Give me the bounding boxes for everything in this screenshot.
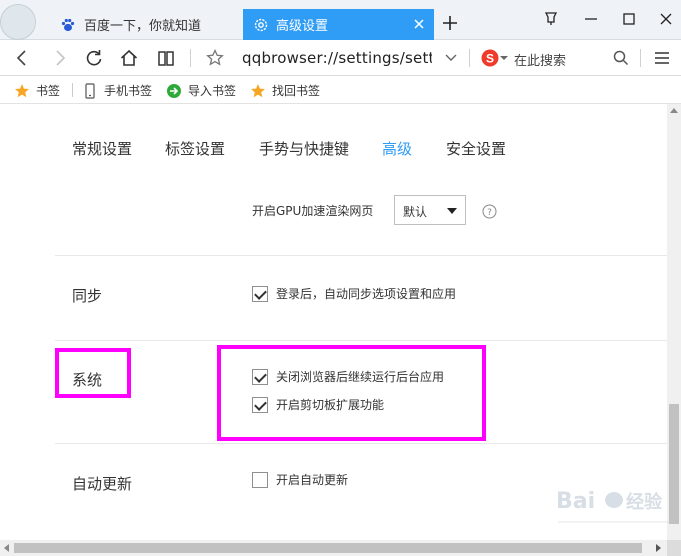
section-divider bbox=[55, 340, 667, 341]
bookmark-item[interactable]: 书签 bbox=[14, 82, 60, 99]
bookmark-item[interactable]: 手机书签 bbox=[82, 82, 152, 99]
scroll-right-icon[interactable] bbox=[656, 544, 661, 552]
baidu-jingyan-watermark: Bai 经验 bbox=[556, 489, 670, 523]
svg-text:?: ? bbox=[487, 208, 492, 218]
settings-tabs: 常规设置 标签设置 手势与快捷键 高级 安全设置 bbox=[0, 104, 667, 172]
checkbox[interactable] bbox=[252, 285, 268, 302]
url-input[interactable]: qqbrowser://settings/setting bbox=[242, 49, 432, 67]
pin-window-icon[interactable] bbox=[542, 10, 560, 28]
toolbar-divider bbox=[469, 49, 470, 67]
scrollbar-corner bbox=[667, 540, 681, 556]
chevron-down-icon[interactable] bbox=[443, 49, 459, 65]
bookmark-item[interactable]: 导入书签 bbox=[166, 82, 236, 99]
section-divider bbox=[55, 443, 667, 444]
new-tab-icon[interactable] bbox=[441, 14, 459, 32]
svg-text:经验: 经验 bbox=[626, 491, 663, 513]
import-arrow-icon bbox=[167, 83, 181, 98]
tab-general[interactable]: 常规设置 bbox=[72, 138, 132, 159]
back-icon[interactable] bbox=[12, 48, 32, 68]
option-label: 登录后，自动同步选项设置和应用 bbox=[276, 287, 457, 301]
scroll-left-icon[interactable] bbox=[4, 544, 9, 552]
chevron-down-icon bbox=[447, 208, 457, 214]
toolbar-divider bbox=[190, 49, 191, 67]
tab-title: 百度一下，你就知道 bbox=[84, 19, 202, 34]
settings-page: 常规设置 标签设置 手势与快捷键 高级 安全设置 开启GPU加速渲染网页 默认 … bbox=[0, 104, 667, 540]
baidu-paw-icon bbox=[61, 18, 75, 31]
bookmark-divider bbox=[72, 83, 73, 97]
star-icon bbox=[15, 83, 29, 97]
forward-icon[interactable] bbox=[50, 48, 70, 68]
highlight-box-options bbox=[217, 345, 486, 441]
bookmark-label: 导入书签 bbox=[188, 84, 237, 98]
gpu-select[interactable]: 默认 bbox=[394, 195, 466, 225]
highlight-box-title bbox=[55, 348, 131, 398]
tab-gestures-shortcuts[interactable]: 手势与快捷键 bbox=[259, 138, 349, 159]
bookmark-item[interactable]: 找回书签 bbox=[250, 82, 320, 99]
vertical-scrollbar[interactable] bbox=[667, 104, 681, 540]
close-window-icon[interactable] bbox=[657, 10, 675, 28]
svg-text:Bai: Bai bbox=[556, 489, 595, 514]
section-divider bbox=[55, 255, 667, 256]
checkbox[interactable] bbox=[252, 471, 268, 488]
bookmark-label: 书签 bbox=[36, 84, 61, 98]
tab-title: 高级设置 bbox=[276, 19, 329, 34]
horizontal-scrollbar[interactable] bbox=[0, 540, 681, 556]
user-avatar-button[interactable] bbox=[0, 0, 40, 40]
option-label: 开启自动更新 bbox=[276, 473, 349, 487]
close-tab-icon[interactable] bbox=[412, 17, 426, 31]
tab-advanced-settings[interactable]: 高级设置 bbox=[243, 9, 434, 40]
settings-gear-icon bbox=[254, 18, 268, 31]
minimize-icon[interactable] bbox=[582, 10, 600, 28]
gpu-label: 开启GPU加速渲染网页 bbox=[252, 204, 374, 218]
home-icon[interactable] bbox=[119, 48, 139, 68]
tab-advanced[interactable]: 高级 bbox=[382, 138, 412, 159]
refresh-icon[interactable] bbox=[84, 48, 104, 68]
svg-text:S: S bbox=[486, 52, 494, 66]
help-icon[interactable]: ? bbox=[482, 204, 497, 219]
star-icon bbox=[251, 83, 265, 97]
update-option[interactable]: 开启自动更新 bbox=[252, 471, 348, 488]
section-title-update: 自动更新 bbox=[72, 475, 133, 493]
bookmark-label: 手机书签 bbox=[104, 84, 153, 98]
scroll-up-icon[interactable] bbox=[670, 108, 678, 113]
address-bar: qqbrowser://settings/setting S 在此搜索 bbox=[0, 40, 681, 76]
toolbar-divider bbox=[640, 49, 641, 67]
tab-baidu[interactable]: 百度一下，你就知道 bbox=[52, 9, 238, 40]
bookmark-star-icon[interactable] bbox=[205, 48, 225, 68]
sync-option[interactable]: 登录后，自动同步选项设置和应用 bbox=[252, 285, 456, 302]
bookmarks-bar: 书签 手机书签 导入书签 找回书签 bbox=[0, 76, 681, 104]
phone-icon bbox=[85, 82, 95, 99]
gpu-select-value: 默认 bbox=[403, 205, 428, 219]
menu-icon[interactable] bbox=[652, 48, 672, 68]
section-title-sync: 同步 bbox=[72, 287, 103, 305]
scroll-thumb[interactable] bbox=[14, 543, 642, 553]
reading-mode-icon[interactable] bbox=[156, 48, 176, 68]
tab-tabs[interactable]: 标签设置 bbox=[165, 138, 225, 159]
search-icon[interactable] bbox=[611, 48, 631, 68]
bookmark-label: 找回书签 bbox=[272, 84, 321, 98]
sogou-search-icon[interactable]: S bbox=[480, 48, 500, 68]
maximize-icon[interactable] bbox=[620, 10, 638, 28]
engine-dropdown-icon[interactable] bbox=[500, 54, 508, 62]
search-input[interactable]: 在此搜索 bbox=[514, 50, 566, 69]
avatar bbox=[0, 4, 36, 40]
tab-strip: 百度一下，你就知道 高级设置 bbox=[0, 0, 681, 40]
tab-security[interactable]: 安全设置 bbox=[446, 138, 506, 159]
